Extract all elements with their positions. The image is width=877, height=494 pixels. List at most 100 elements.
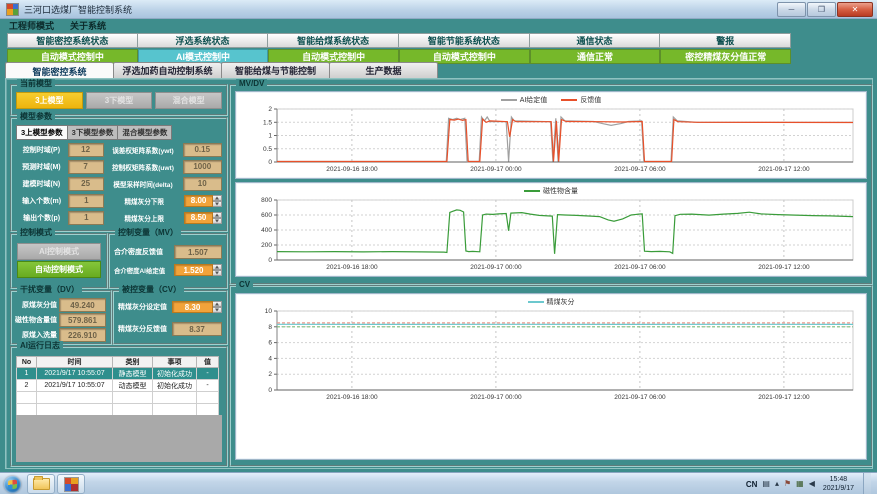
magnetic-content-chart: 磁性物含量 02004006008002021-09-16 18:002021-… (235, 182, 867, 277)
ash-upper-limit-spinner[interactable]: 8.50 (184, 212, 222, 224)
taskbar-app-button[interactable] (57, 474, 85, 494)
auto-control-mode-button[interactable]: 自动控制模式 (17, 261, 101, 278)
spinner-buttons[interactable] (213, 195, 222, 207)
menu-item-engineer-mode[interactable]: 工程师模式 (9, 19, 54, 32)
spinner-buttons[interactable] (213, 301, 222, 313)
menu-bar: 工程师模式 关于系统 (0, 18, 877, 32)
status-header: 浮选系统状态 (138, 33, 269, 48)
svg-text:2021-09-16 18:00: 2021-09-16 18:00 (326, 166, 378, 173)
status-header: 智能节能系统状态 (399, 33, 530, 48)
screen: 三河口选煤厂智能控制系统 ─ ❐ ✕ 工程师模式 关于系统 智能密控系统状态 自… (0, 0, 877, 494)
raw-coal-feed-label: 原煤入洗量 (15, 330, 57, 340)
ash-lower-limit-spinner[interactable]: 8.00 (184, 195, 222, 207)
ywt-coeff-field: 0.15 (183, 143, 223, 157)
log-col-no: No (17, 357, 37, 368)
mv-group: 控制变量（MV） 合介密度反馈值 1.507 合介密度AI给定值 1.520 (108, 233, 228, 289)
chart-svg: 02468102021-09-16 18:002021-09-17 00:002… (241, 308, 861, 403)
model-mixed-button[interactable]: 混合模型 (155, 92, 222, 109)
taskbar-explorer-button[interactable] (27, 474, 55, 494)
params-tab-mixed[interactable]: 混合模型参数 (117, 125, 172, 140)
tab-density-control-system[interactable]: 智能密控系统 (5, 62, 113, 79)
model-horizon-field: 25 (68, 177, 104, 191)
status-header: 警报 (660, 33, 791, 48)
svg-text:400: 400 (261, 227, 272, 234)
svg-text:2: 2 (268, 106, 272, 113)
folder-icon (33, 478, 50, 490)
status-value: 密控精煤灰分值正常 (660, 49, 791, 64)
density-ai-setpoint-spinner[interactable]: 1.520 (174, 264, 222, 276)
group-title: 模型参数 (17, 112, 55, 122)
action-center-icon[interactable]: ⚑ (784, 480, 791, 488)
legend-swatch (561, 99, 577, 101)
param-label: 模型采样时间(delta) (106, 179, 181, 189)
raw-ash-field: 49.240 (59, 298, 106, 312)
maximize-button[interactable]: ❐ (807, 2, 836, 17)
status-header: 智能密控系统状态 (7, 33, 138, 48)
sample-time-field: 10 (183, 177, 223, 191)
svg-text:1: 1 (268, 133, 272, 140)
chart-plot-area: 02468102021-09-16 18:002021-09-17 00:002… (241, 308, 861, 403)
svg-text:4: 4 (268, 355, 272, 362)
svg-text:2021-09-16 18:00: 2021-09-16 18:00 (326, 264, 378, 271)
menu-item-about-system[interactable]: 关于系统 (70, 19, 106, 32)
log-col-time: 时间 (37, 357, 113, 368)
spinner-buttons[interactable] (213, 212, 222, 224)
log-row-1[interactable]: 12021/9/17 10:55:07 静态模型初始化成功 - (17, 368, 219, 380)
tab-coal-feed-energy-control[interactable]: 智能给煤与节能控制 (221, 62, 329, 79)
control-mode-group: 控制模式 AI控制模式 自动控制模式 (10, 233, 108, 289)
tab-production-data[interactable]: 生产数据 (329, 62, 438, 79)
show-desktop-button[interactable] (863, 473, 871, 494)
status-col-flotation: 浮选系统状态 AI模式控制中 (138, 33, 269, 64)
ai-log-group: AI运行日志 No 时间 类别 事项 值 12021/9/17 10:55:07… (10, 346, 228, 467)
system-tray: CN ▤ ▴ ⚑ ▦ ◀ 15:48 2021/9/17 (746, 473, 877, 494)
log-col-event: 事项 (153, 357, 197, 368)
clean-ash-setpoint-spinner[interactable]: 8.30 (172, 301, 222, 313)
chart-legend: 磁性物含量 (236, 185, 866, 196)
ai-log-table: No 时间 类别 事项 值 12021/9/17 10:55:07 静态模型初始… (16, 356, 219, 416)
status-col-density-control: 智能密控系统状态 自动模式控制中 (7, 33, 138, 64)
app-icon (6, 3, 19, 16)
legend-swatch (501, 99, 517, 101)
model-3-upper-button[interactable]: 3上模型 (16, 92, 83, 109)
svg-text:800: 800 (261, 197, 272, 204)
close-button[interactable]: ✕ (837, 2, 873, 17)
legend-item: AI给定值 (501, 95, 548, 105)
tab-flotation-dosing-system[interactable]: 浮选加药自动控制系统 (113, 62, 221, 79)
show-hidden-icons-icon[interactable]: ▴ (775, 480, 779, 488)
raw-coal-feed-field: 226.910 (59, 328, 106, 342)
dv-group: 干扰变量（DV） 原煤灰分值 49.240 磁性物含量值 579.861 原煤入… (10, 290, 112, 345)
log-empty-row (17, 392, 219, 404)
tray-clock[interactable]: 15:48 2021/9/17 (820, 475, 854, 493)
mvdv-chart-group: MV/DV AI给定值反馈值 00.511.522021-09-16 18:00… (229, 84, 873, 285)
magnetic-content-label: 磁性物含量值 (15, 315, 57, 325)
group-title: MV/DV (236, 79, 267, 89)
raw-ash-label: 原煤灰分值 (15, 300, 57, 310)
svg-text:2021-09-17 12:00: 2021-09-17 12:00 (758, 394, 810, 401)
params-tab-3-upper[interactable]: 3上模型参数 (16, 125, 67, 140)
svg-text:0: 0 (268, 257, 272, 264)
log-row-2[interactable]: 22021/9/17 10:55:07 动态模型初始化成功 - (17, 380, 219, 392)
mv-ai-setpoint-label: 合介密度AI给定值 (114, 266, 172, 275)
svg-text:2021-09-16 18:00: 2021-09-16 18:00 (326, 394, 378, 401)
model-3-lower-button[interactable]: 3下模型 (86, 92, 153, 109)
network-icon[interactable]: ▦ (796, 480, 804, 488)
status-col-energy-saving: 智能节能系统状态 自动模式控制中 (399, 33, 530, 64)
ai-control-mode-button[interactable]: AI控制模式 (17, 243, 101, 260)
svg-text:2: 2 (268, 371, 272, 378)
start-button[interactable] (4, 476, 21, 493)
legend-swatch (528, 301, 544, 303)
log-col-category: 类别 (113, 357, 153, 368)
speaker-icon[interactable]: ◀ (809, 480, 815, 488)
minimize-button[interactable]: ─ (777, 2, 806, 17)
clean-ash-chart: 精煤灰分 02468102021-09-16 18:002021-09-17 0… (235, 293, 867, 460)
param-label: 控制时域(P) (17, 145, 66, 155)
params-tab-3-lower[interactable]: 3下模型参数 (67, 125, 118, 140)
keyboard-icon[interactable]: ▤ (762, 480, 770, 488)
spinner-buttons[interactable] (213, 264, 222, 276)
svg-text:0: 0 (268, 387, 272, 394)
status-header: 智能给煤系统状态 (268, 33, 399, 48)
chart-legend: AI给定值反馈值 (236, 94, 866, 105)
language-indicator[interactable]: CN (746, 480, 758, 489)
log-header-row: No 时间 类别 事项 值 (17, 357, 219, 368)
svg-text:200: 200 (261, 242, 272, 249)
